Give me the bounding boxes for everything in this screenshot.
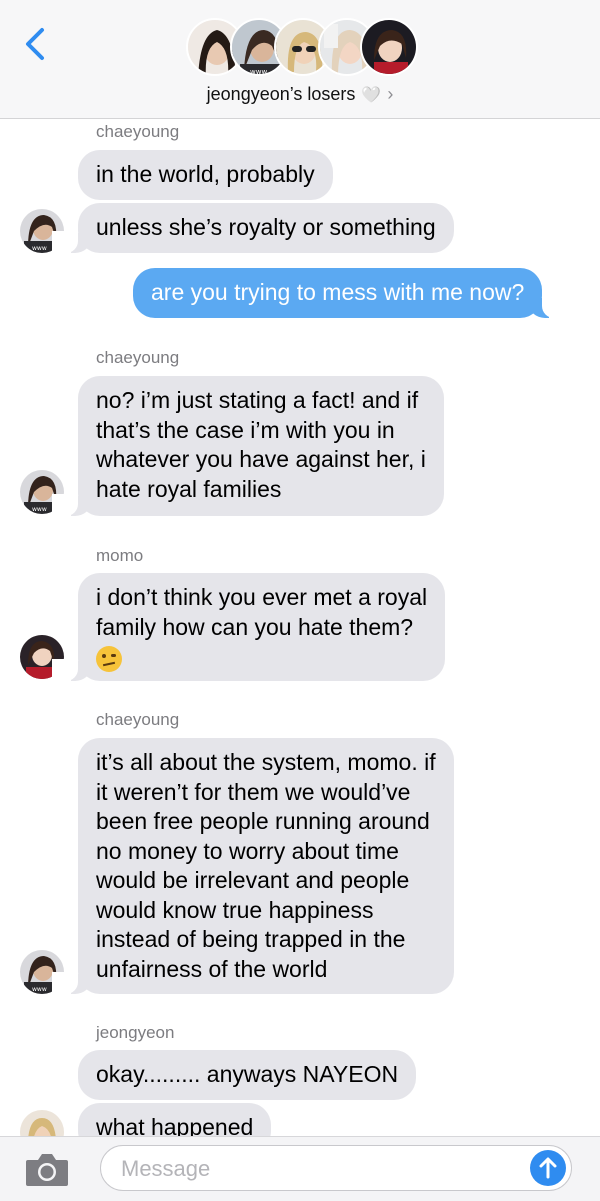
sender-name: chaeyoung [96, 122, 180, 141]
emoji-line [96, 642, 427, 672]
sender-name: chaeyoung [96, 710, 180, 729]
svg-text:www: www [32, 986, 47, 993]
heart-icon: 🤍 [361, 87, 382, 104]
raised-eyebrow-emoji-icon [96, 645, 122, 672]
sender-name: jeongyeon [96, 1023, 175, 1042]
message-line: would know true happiness [96, 896, 374, 923]
message-bubble[interactable]: okay......... anyways NAYEON [78, 1050, 417, 1100]
svg-text:www: www [32, 506, 47, 513]
message-line: would be irrelevant and people [96, 867, 410, 893]
message-text: what happened [96, 1114, 254, 1136]
message-bubble[interactable]: what happened [78, 1103, 272, 1136]
message-input[interactable] [119, 1154, 513, 1184]
back-chevron-icon[interactable] [20, 24, 54, 64]
message-text: are you trying to mess with me now? [151, 279, 525, 305]
message-line: i don’t think you ever met a royal [96, 584, 428, 610]
message-line: family how can you hate them? [96, 613, 414, 640]
sender-name: momo [96, 546, 144, 565]
message-field[interactable] [100, 1145, 572, 1191]
outgoing-message-bubble[interactable]: are you trying to mess with me now? [133, 268, 569, 318]
message-bubble[interactable]: no? i’m just stating a fact! and if that… [52, 376, 444, 516]
message-thread[interactable]: chaeyoung in the world, probably www unl… [0, 118, 600, 1136]
message-input-bar [0, 1136, 600, 1201]
camera-icon[interactable] [24, 1151, 70, 1187]
message-text: unless she’s royalty or something [96, 214, 436, 240]
chevron-right-icon: › [387, 84, 394, 104]
svg-text:www: www [32, 245, 47, 252]
message-text: in the world, probably [96, 161, 315, 187]
message-bubble[interactable]: in the world, probably [78, 150, 333, 200]
message-line: it’s all about the system, momo. if [96, 749, 436, 775]
group-avatars[interactable]: www. [186, 18, 418, 78]
avatar [360, 18, 418, 76]
group-name-row[interactable]: jeongyeon’s losers 🤍 › [0, 84, 600, 105]
message-line: hate royal families [96, 475, 282, 502]
send-button[interactable] [530, 1150, 566, 1186]
message-line: instead of being trapped in the [96, 926, 406, 952]
message-line: unfairness of the world [96, 955, 328, 982]
message-bubble[interactable]: i don’t think you ever met a royal famil… [51, 573, 446, 681]
group-name: jeongyeon’s losers [206, 84, 356, 104]
svg-text:www.: www. [250, 68, 269, 76]
arrow-up-icon [539, 1157, 557, 1179]
message-line: no money to worry about time [96, 837, 399, 864]
sender-name: chaeyoung [96, 348, 180, 367]
message-text: okay......... anyways NAYEON [96, 1061, 399, 1087]
message-line: it weren’t for them we would’ve [96, 778, 411, 805]
message-line: no? i’m just stating a fact! and if [96, 387, 419, 413]
conversation-header: www. jeongyeon’s losers 🤍 › [0, 0, 600, 119]
message-bubble[interactable]: it’s all about the system, momo. if it w… [52, 738, 454, 994]
avatar[interactable] [20, 1110, 64, 1136]
message-bubble[interactable]: unless she’s royalty or something [52, 203, 454, 253]
message-line: whatever you have against her, i [96, 446, 426, 472]
message-line: been free people running around [96, 808, 430, 834]
message-line: that’s the case i’m with you in [96, 416, 395, 443]
